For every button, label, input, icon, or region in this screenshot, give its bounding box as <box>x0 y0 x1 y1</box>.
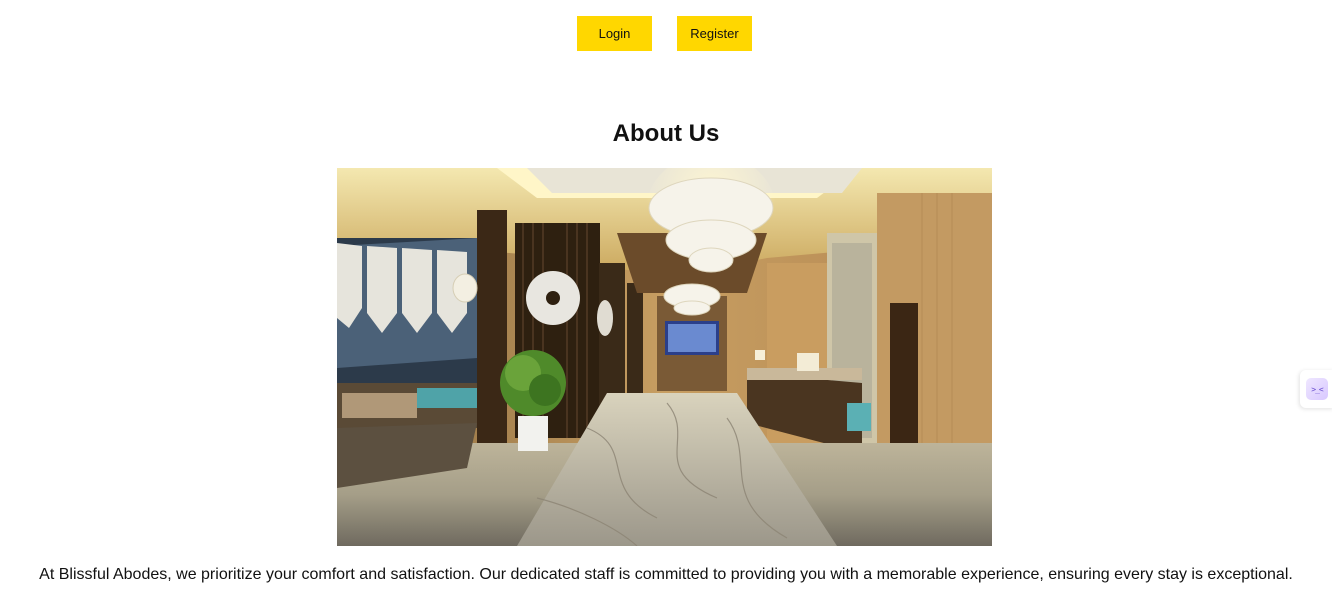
assistant-icon: >_< <box>1306 378 1328 400</box>
top-nav: Login Register <box>0 16 1332 51</box>
side-assistant-widget[interactable]: >_< <box>1300 370 1332 408</box>
about-title: About Us <box>612 120 720 147</box>
register-button[interactable]: Register <box>677 16 752 51</box>
about-description: At Blissful Abodes, we prioritize your c… <box>39 566 1293 583</box>
login-button[interactable]: Login <box>577 16 652 51</box>
hotel-lobby-image <box>337 168 992 546</box>
